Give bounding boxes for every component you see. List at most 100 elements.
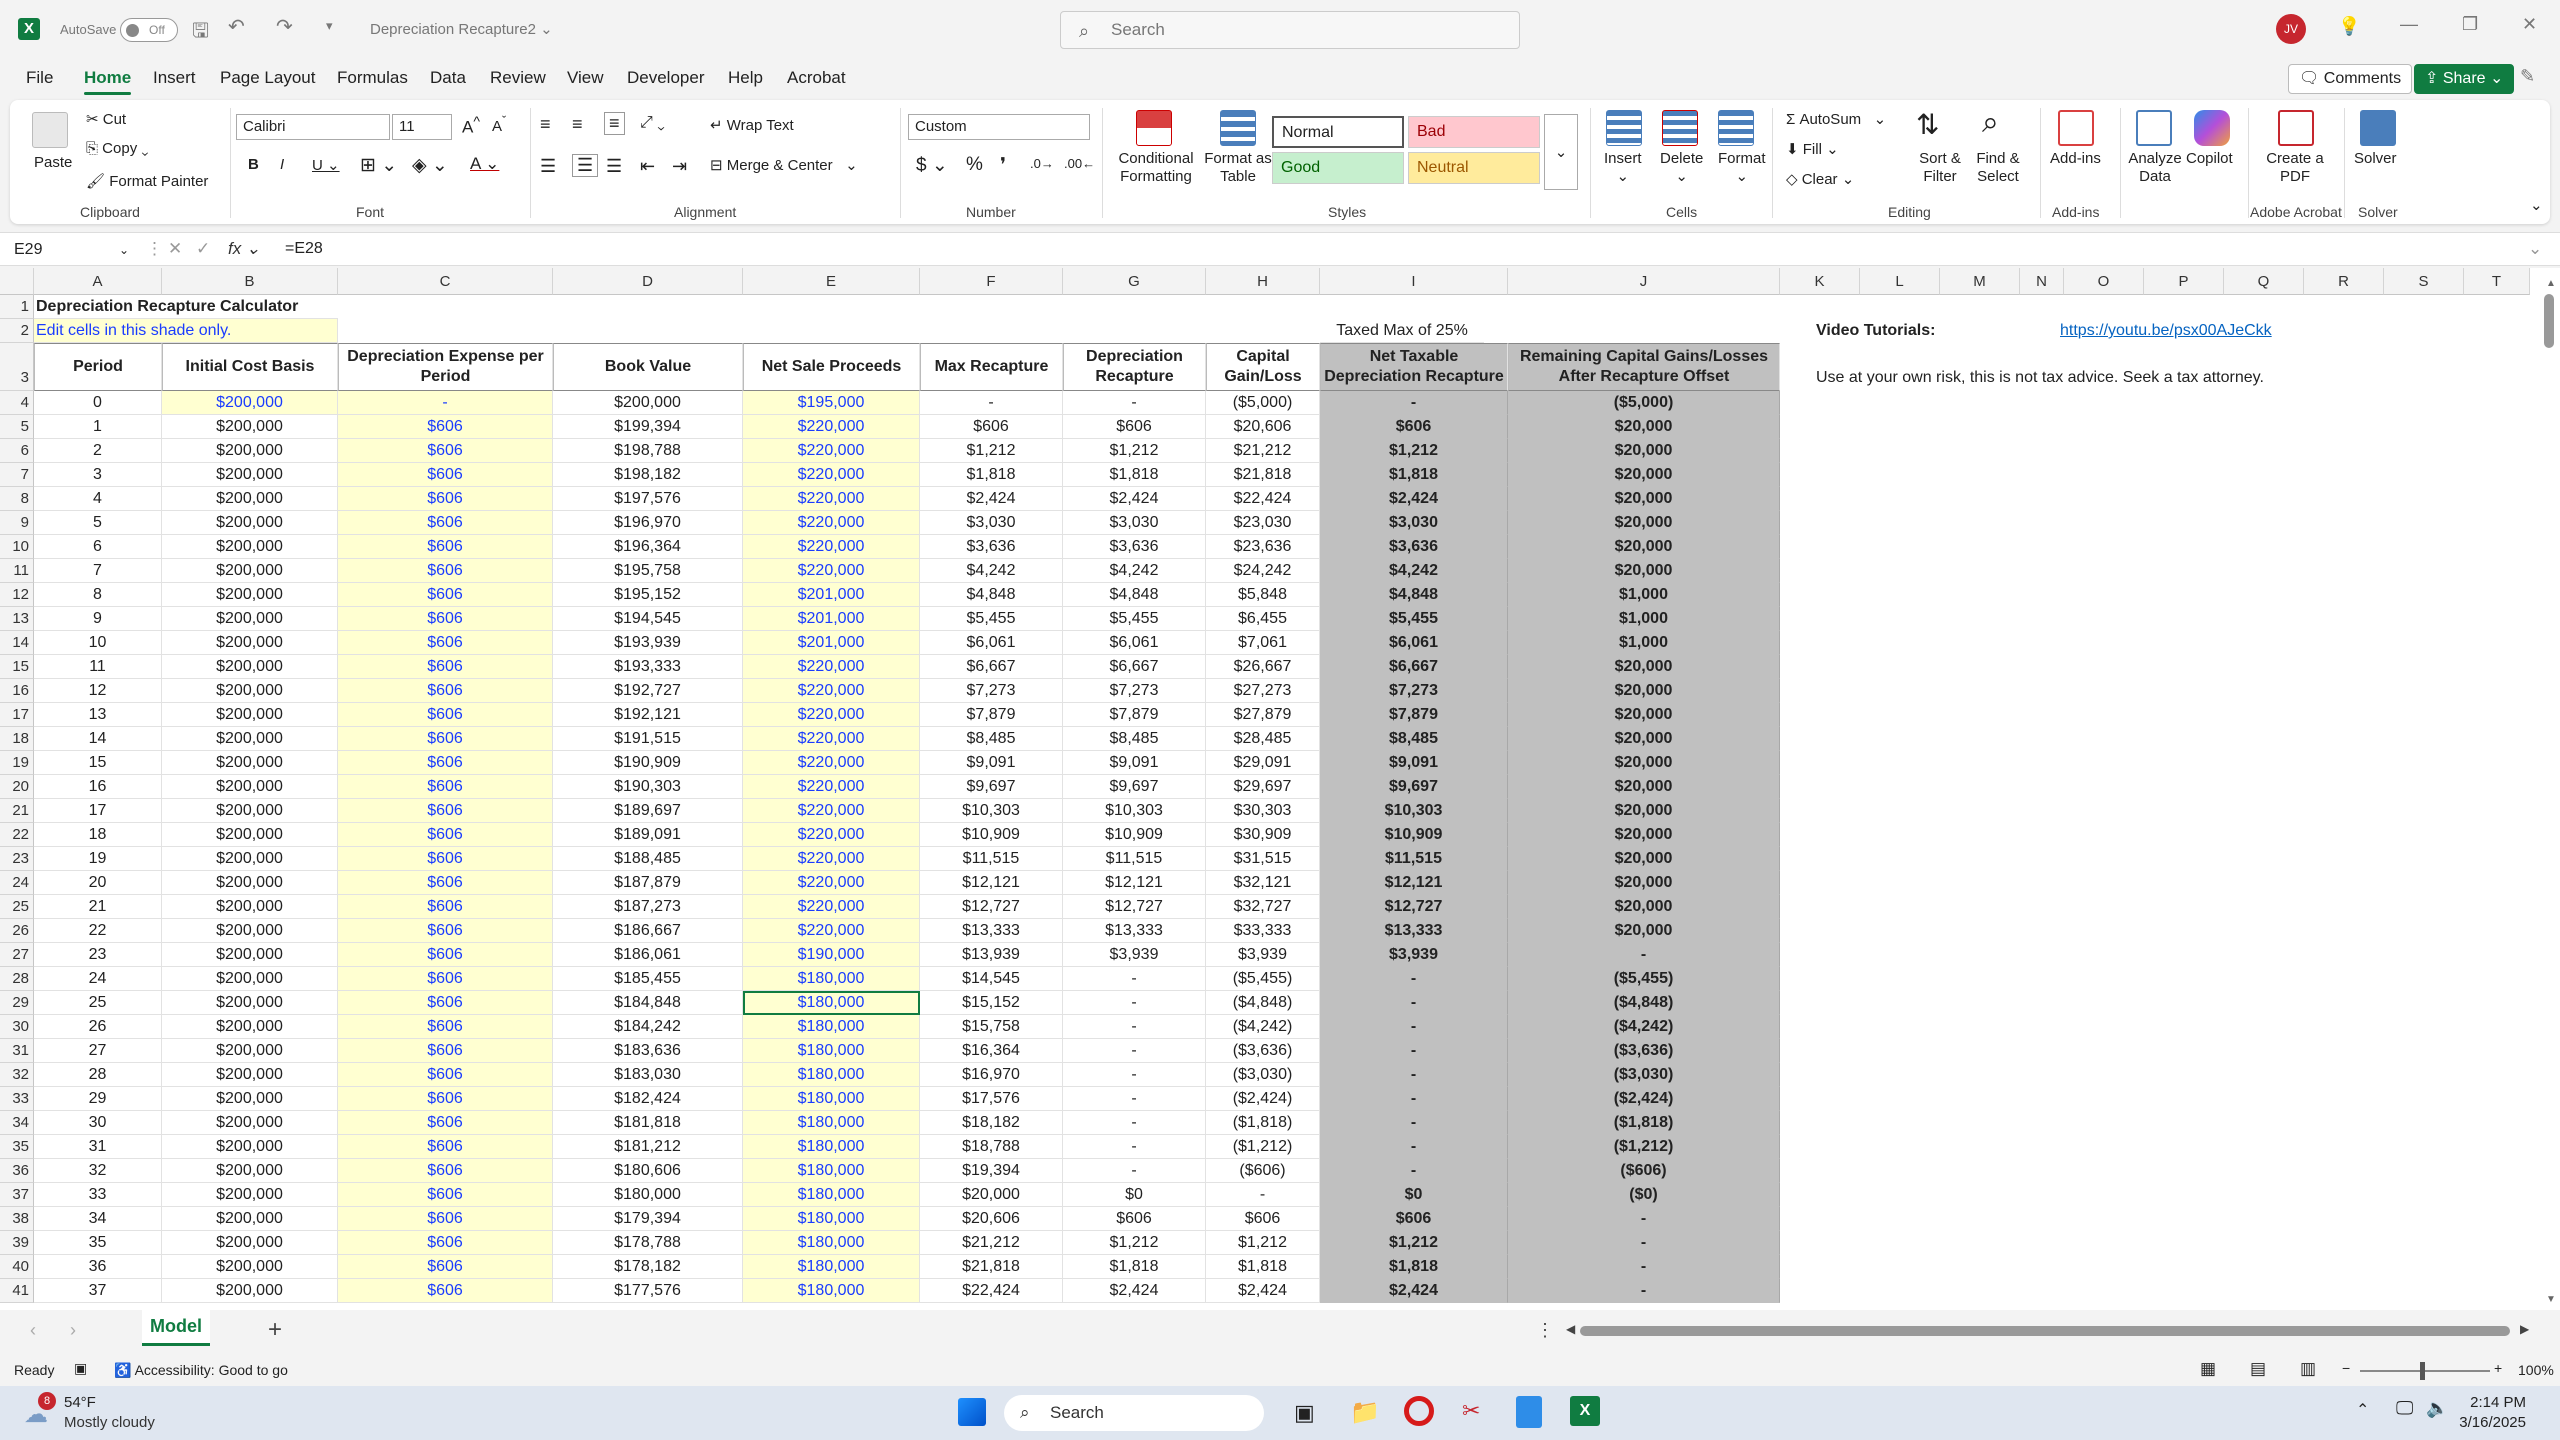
align-bottom-icon[interactable]: ≡ xyxy=(604,112,625,135)
table-cell[interactable]: 28 xyxy=(34,1063,162,1087)
table-cell[interactable]: - xyxy=(1063,391,1206,415)
table-cell[interactable]: $20,000 xyxy=(1508,559,1780,583)
table-cell[interactable]: $1,818 xyxy=(1320,463,1508,487)
table-cell[interactable]: $606 xyxy=(338,847,553,871)
row-header[interactable]: 41 xyxy=(0,1279,34,1303)
table-cell[interactable]: $180,000 xyxy=(743,1159,920,1183)
analyze-data-button[interactable]: Analyze Data xyxy=(2124,150,2186,186)
table-cell[interactable]: ($3,030) xyxy=(1508,1063,1780,1087)
table-cell[interactable]: $30,303 xyxy=(1206,799,1320,823)
table-cell[interactable]: $7,879 xyxy=(920,703,1063,727)
table-cell[interactable]: $9,697 xyxy=(1320,775,1508,799)
tab-acrobat[interactable]: Acrobat xyxy=(787,68,846,88)
table-cell[interactable]: $606 xyxy=(338,583,553,607)
table-cell[interactable]: $6,667 xyxy=(1063,655,1206,679)
snipping-tool-icon[interactable]: ✂ xyxy=(1462,1398,1480,1424)
table-cell[interactable]: $180,000 xyxy=(743,1087,920,1111)
tab-view[interactable]: View xyxy=(567,68,604,88)
table-cell[interactable]: $18,788 xyxy=(920,1135,1063,1159)
tab-page-layout[interactable]: Page Layout xyxy=(220,68,315,88)
table-cell[interactable]: $20,000 xyxy=(1508,919,1780,943)
table-cell[interactable]: $194,545 xyxy=(553,607,743,631)
table-cell[interactable]: 27 xyxy=(34,1039,162,1063)
addins-icon[interactable] xyxy=(2058,110,2094,146)
table-cell[interactable]: $190,909 xyxy=(553,751,743,775)
row-header[interactable]: 31 xyxy=(0,1039,34,1063)
table-cell[interactable]: $1,818 xyxy=(1206,1255,1320,1279)
table-cell[interactable]: ($0) xyxy=(1508,1183,1780,1207)
copilot-icon[interactable] xyxy=(2194,110,2230,146)
table-cell[interactable]: ($5,455) xyxy=(1508,967,1780,991)
table-cell[interactable]: $1,212 xyxy=(1063,1231,1206,1255)
table-cell[interactable]: $5,848 xyxy=(1206,583,1320,607)
table-cell[interactable]: $15,152 xyxy=(920,991,1063,1015)
table-cell[interactable]: $606 xyxy=(338,1255,553,1279)
table-cell[interactable]: $200,000 xyxy=(162,391,338,415)
table-cell[interactable]: $196,970 xyxy=(553,511,743,535)
table-cell[interactable]: $606 xyxy=(338,1207,553,1231)
table-cell[interactable]: - xyxy=(1320,1039,1508,1063)
collapse-ribbon-icon[interactable]: ⌄ xyxy=(2530,196,2543,214)
table-cell[interactable]: $2,424 xyxy=(1320,1279,1508,1303)
row-header[interactable]: 20 xyxy=(0,775,34,799)
column-title[interactable]: Net Taxable Depreciation Recapture xyxy=(1320,343,1508,391)
tab-data[interactable]: Data xyxy=(430,68,466,88)
table-cell[interactable]: ($3,636) xyxy=(1508,1039,1780,1063)
row-header[interactable]: 38 xyxy=(0,1207,34,1231)
table-cell[interactable]: $196,364 xyxy=(553,535,743,559)
table-cell[interactable]: $200,000 xyxy=(162,1159,338,1183)
align-left-icon[interactable]: ☰ xyxy=(540,156,556,177)
task-view-icon[interactable]: ▣ xyxy=(1294,1400,1315,1426)
table-cell[interactable]: 21 xyxy=(34,895,162,919)
table-cell[interactable]: ($606) xyxy=(1508,1159,1780,1183)
share-button[interactable]: ⇪ Share ⌄ xyxy=(2414,64,2515,94)
column-title[interactable]: Capital Gain/Loss xyxy=(1206,343,1320,391)
table-cell[interactable]: - xyxy=(1320,1159,1508,1183)
table-cell[interactable]: $30,909 xyxy=(1206,823,1320,847)
table-cell[interactable]: $10,909 xyxy=(1320,823,1508,847)
scroll-left-icon[interactable]: ◀ xyxy=(1566,1322,1575,1336)
increase-font-icon[interactable]: A^ xyxy=(462,114,480,138)
row-header[interactable]: 19 xyxy=(0,751,34,775)
sort-filter-icon[interactable]: ⇅ xyxy=(1916,108,1939,141)
column-header[interactable]: O xyxy=(2064,268,2144,295)
table-cell[interactable]: $180,000 xyxy=(743,1039,920,1063)
table-cell[interactable]: $12,727 xyxy=(920,895,1063,919)
table-cell[interactable]: $20,000 xyxy=(1508,511,1780,535)
table-cell[interactable]: ($4,242) xyxy=(1508,1015,1780,1039)
autosave-toggle[interactable]: Off xyxy=(120,18,178,42)
column-title[interactable]: Initial Cost Basis xyxy=(162,343,338,391)
table-cell[interactable]: 1 xyxy=(34,415,162,439)
table-cell[interactable]: $2,424 xyxy=(1320,487,1508,511)
clear-button[interactable]: ◇ Clear ⌄ xyxy=(1786,170,1854,188)
table-cell[interactable]: $8,485 xyxy=(1320,727,1508,751)
table-cell[interactable]: $19,394 xyxy=(920,1159,1063,1183)
table-cell[interactable]: ($3,636) xyxy=(1206,1039,1320,1063)
column-header[interactable]: T xyxy=(2464,268,2530,295)
style-good[interactable]: Good xyxy=(1272,152,1404,184)
table-cell[interactable]: $606 xyxy=(338,511,553,535)
column-header[interactable]: R xyxy=(2304,268,2384,295)
cancel-icon[interactable]: ✕ xyxy=(168,239,182,259)
table-cell[interactable]: $200,000 xyxy=(162,1063,338,1087)
addins-button[interactable]: Add-ins xyxy=(2050,150,2101,167)
table-cell[interactable]: $1,818 xyxy=(1063,463,1206,487)
table-cell[interactable]: $180,000 xyxy=(743,967,920,991)
table-cell[interactable]: $193,333 xyxy=(553,655,743,679)
table-cell[interactable]: ($606) xyxy=(1206,1159,1320,1183)
table-cell[interactable]: $606 xyxy=(338,727,553,751)
row-header[interactable]: 25 xyxy=(0,895,34,919)
table-cell[interactable]: 9 xyxy=(34,607,162,631)
table-cell[interactable]: $200,000 xyxy=(162,727,338,751)
table-cell[interactable]: $11,515 xyxy=(1320,847,1508,871)
column-header[interactable]: G xyxy=(1063,268,1206,295)
table-cell[interactable]: $200,000 xyxy=(162,439,338,463)
column-header[interactable]: M xyxy=(1940,268,2020,295)
table-cell[interactable]: 16 xyxy=(34,775,162,799)
notepad-icon[interactable] xyxy=(1516,1396,1542,1428)
table-cell[interactable]: ($4,848) xyxy=(1508,991,1780,1015)
table-cell[interactable]: $606 xyxy=(338,463,553,487)
table-cell[interactable]: $606 xyxy=(338,655,553,679)
table-cell[interactable]: $220,000 xyxy=(743,871,920,895)
table-cell[interactable]: $180,000 xyxy=(553,1183,743,1207)
